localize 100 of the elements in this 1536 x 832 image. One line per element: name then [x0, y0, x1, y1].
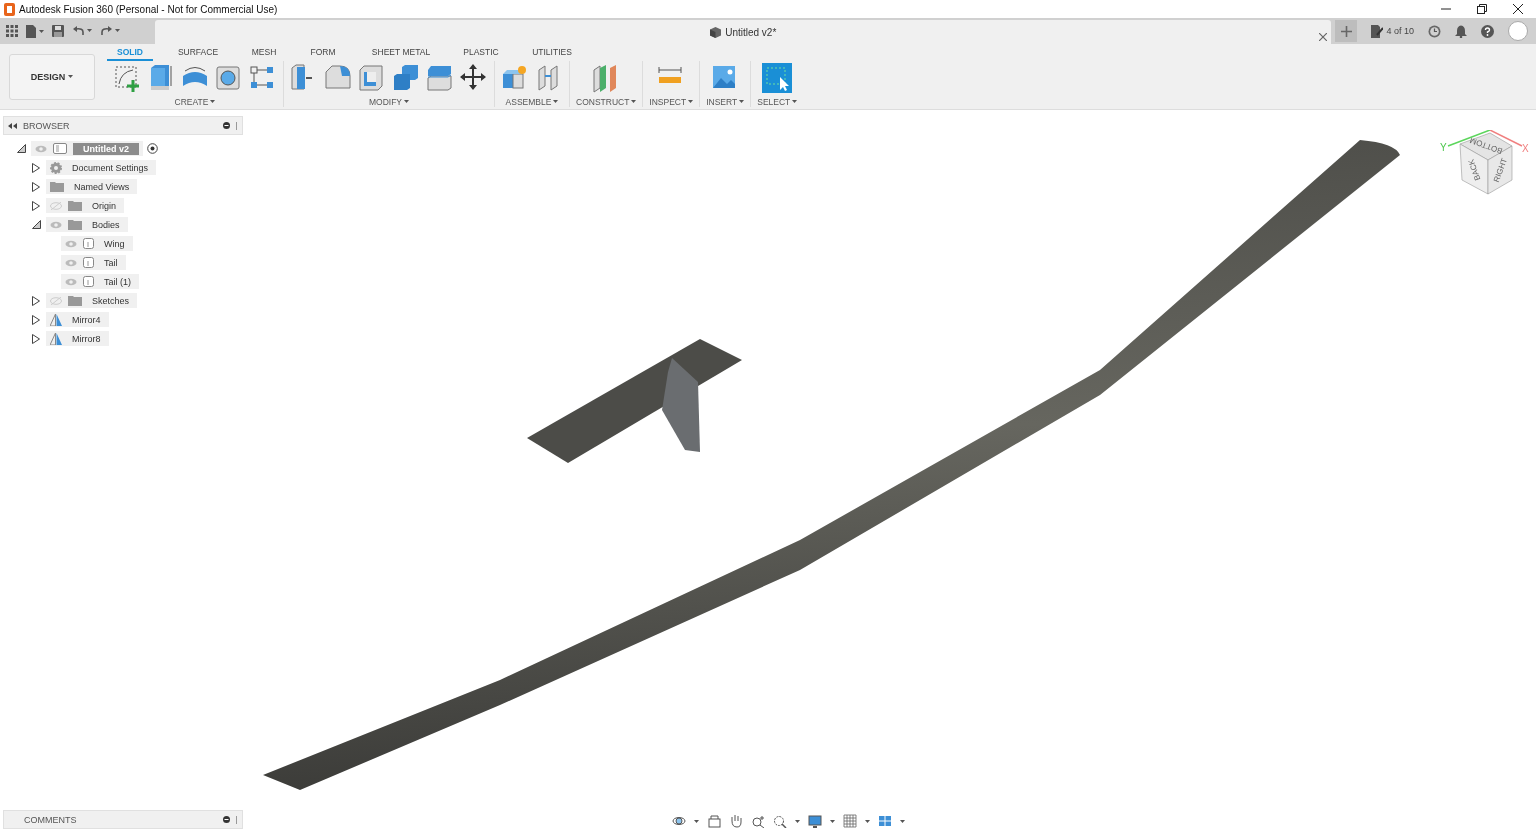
caret-icon [900, 819, 905, 823]
zoom-window-icon[interactable] [773, 814, 787, 828]
browser-item[interactable]: Named Views [46, 179, 138, 194]
ribbon-menu-button[interactable]: INSERT [706, 96, 745, 107]
select-icon[interactable] [762, 62, 793, 93]
collapse-toggle[interactable] [30, 218, 42, 231]
item-label: Mirror8 [71, 333, 102, 344]
expand-toggle[interactable] [30, 161, 42, 174]
save-icon[interactable] [52, 25, 64, 37]
cube-icon [710, 26, 722, 38]
workspace-menu-button[interactable]: DESIGN [9, 53, 95, 100]
browser-item[interactable]: Document Settings [46, 160, 157, 175]
ribbon-tab[interactable]: SHEET METAL [361, 46, 441, 61]
item-label: Wing [103, 238, 126, 249]
redo-icon[interactable] [100, 25, 120, 37]
folder-icon [68, 295, 82, 306]
ribbon-tab[interactable]: PLASTIC [441, 46, 521, 61]
display-icon[interactable] [808, 814, 822, 828]
collapse-toggle[interactable] [15, 142, 27, 155]
body-icon [83, 238, 94, 249]
zoom-icon[interactable] [751, 814, 765, 828]
ribbon-menu-button[interactable]: INSPECT [649, 96, 694, 107]
file-icon[interactable] [26, 24, 44, 38]
viewports-icon[interactable] [878, 814, 892, 828]
eye-icon [50, 220, 62, 229]
caret-icon [865, 819, 870, 823]
caret-icon [210, 100, 216, 103]
browser-item[interactable]: Wing [61, 236, 133, 251]
close-tab-icon[interactable] [1319, 33, 1328, 41]
bell-icon[interactable] [1455, 24, 1467, 38]
folder-icon [68, 200, 82, 211]
comments-title: COMMENTS [24, 814, 78, 825]
ribbon-tab[interactable]: UTILITIES [521, 46, 583, 61]
job-status-button[interactable]: 4 of 10 [1371, 24, 1414, 38]
grid-icon[interactable] [843, 814, 857, 828]
caret-icon [792, 100, 798, 103]
folder-icon [50, 181, 64, 192]
ribbon-menu-button[interactable]: CONSTRUCT [576, 96, 637, 107]
expand-toggle[interactable] [30, 294, 42, 307]
ribbon-menu-button[interactable]: CREATE [174, 96, 216, 107]
eye-icon [35, 144, 47, 153]
clock-icon[interactable] [1428, 24, 1441, 38]
pin-icon[interactable] [223, 122, 230, 129]
caret-icon [694, 819, 699, 823]
combine-icon[interactable] [392, 62, 420, 93]
expand-toggle[interactable] [30, 199, 42, 212]
browser-item[interactable]: Origin [46, 198, 124, 213]
item-label: Tail (1) [103, 276, 132, 287]
undo-icon[interactable] [72, 25, 92, 37]
document-tab[interactable]: Untitled v2* [155, 20, 1332, 44]
hidden-eye-icon [50, 296, 62, 305]
caret-icon [68, 75, 74, 78]
collapsed-triangle-icon [32, 181, 40, 192]
new-tab-button[interactable] [1335, 20, 1358, 42]
ribbon-tab[interactable]: SURFACE [153, 46, 243, 61]
collapse-panel-icon[interactable] [8, 122, 17, 129]
axis-label: X [1522, 143, 1529, 154]
browser-item[interactable]: Bodies [46, 217, 128, 232]
ribbon-tab[interactable]: FORM [285, 46, 361, 61]
panel-handle-icon[interactable] [236, 121, 238, 130]
cube-face-label: BACK [1466, 158, 1483, 182]
browser-item[interactable]: Tail (1) [61, 274, 139, 289]
browser-title: BROWSER [23, 120, 71, 131]
item-label: Mirror4 [71, 314, 102, 325]
mirror-icon [50, 332, 62, 345]
ribbon-menu-button[interactable]: ASSEMBLE [505, 96, 559, 107]
ribbon-tab[interactable]: MESH [243, 46, 285, 61]
expand-toggle[interactable] [30, 332, 42, 345]
document-pencil-icon [1371, 24, 1384, 38]
caret-icon [739, 100, 745, 103]
grid-menu-icon[interactable] [6, 25, 18, 37]
expand-toggle[interactable] [30, 313, 42, 326]
pin-icon[interactable] [223, 816, 230, 823]
caret-icon [830, 819, 835, 823]
browser-item[interactable]: Mirror4 [46, 312, 109, 327]
look-at-icon[interactable] [707, 814, 721, 828]
ribbon-menu-button[interactable]: MODIFY [368, 96, 410, 107]
collapsed-triangle-icon [32, 295, 40, 306]
orbit-icon[interactable] [672, 814, 686, 828]
window-title: Autodesk Fusion 360 (Personal - Not for Commercial Use) [19, 3, 279, 15]
document-title: Untitled v2* [725, 26, 777, 38]
active-radio-icon[interactable] [147, 143, 158, 154]
browser-item[interactable]: Tail [61, 255, 126, 270]
expanded-triangle-icon [16, 144, 26, 153]
item-label: Document Settings [71, 162, 150, 173]
expand-toggle[interactable] [30, 180, 42, 193]
shell-icon[interactable] [358, 62, 386, 93]
hidden-eye-icon [50, 201, 62, 210]
restore-icon[interactable] [1477, 4, 1487, 14]
panel-handle-icon[interactable] [236, 815, 238, 824]
expanded-triangle-icon [31, 220, 41, 229]
browser-item[interactable]: Sketches [46, 293, 138, 308]
help-icon[interactable] [1481, 24, 1494, 38]
ribbon-menu-button[interactable]: SELECT [757, 96, 798, 107]
close-icon[interactable] [1513, 4, 1523, 14]
pan-hand-icon[interactable] [729, 814, 743, 828]
view-cube[interactable] [1447, 130, 1523, 195]
browser-item[interactable]: Mirror8 [46, 331, 109, 346]
caret-icon [404, 100, 410, 103]
caret-icon [688, 100, 694, 103]
